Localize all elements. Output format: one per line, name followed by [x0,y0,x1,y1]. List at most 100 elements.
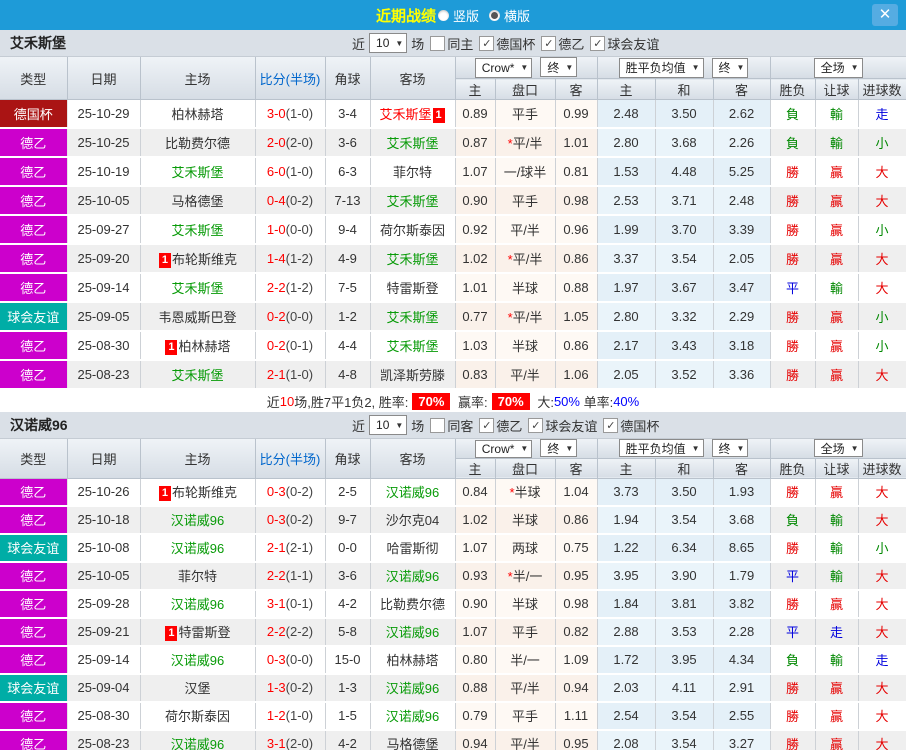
euro-away-odds: 2.28 [713,617,771,647]
home-team: 艾禾斯堡 [140,215,256,245]
result-handicap: 贏 [815,186,859,216]
match-row: 德乙 25-09-14 艾禾斯堡 2-2(1-2) 7-5 特雷斯登 1.01 … [0,273,906,303]
radio-icon[interactable] [489,9,500,21]
same-venue-checkbox-1[interactable] [430,417,446,433]
match-count-select[interactable]: 10 ▼ [369,33,408,53]
mode-radio-vertical[interactable]: 竖版 [436,6,479,25]
result-wdl: 勝 [770,331,816,361]
asia-handicap: 半球 [495,589,556,619]
europe-avg-select[interactable]: 胜平负均值 ▼ [618,57,704,78]
euro-group-header: 胜平负均值 ▼ 终 ▼ [597,439,771,459]
result-handicap: 走 [815,617,859,647]
sub-header: 胜负 [770,458,816,479]
home-team: 汉诺威96 [140,729,256,750]
asia-handicap: 平手 [495,701,556,731]
mode-radio-horizontal[interactable]: 横版 [487,6,530,25]
score: 1-3(0-2) [255,673,326,703]
final-select[interactable]: 终 ▼ [711,57,749,78]
euro-away-odds: 3.82 [713,589,771,619]
result-handicap: 贏 [815,157,859,187]
same-venue-checkbox-0[interactable] [430,35,446,51]
result-wdl: 勝 [770,157,816,187]
result-goals: 走 [858,645,906,675]
rank-badge: 1 [165,340,178,355]
radio-icon[interactable] [437,9,449,21]
col-header: 主场 [140,439,256,479]
league-checkbox-1-2-label: 德国杯 [620,418,660,434]
league-checkbox-1-2[interactable]: ✓ [603,417,619,433]
result-wdl: 平 [770,561,816,591]
asia-away-odds: 0.95 [555,561,598,591]
home-team: 汉堡 [140,673,256,703]
col-header[interactable]: 比分(半场) [255,57,326,100]
corners: 5-8 [325,617,371,647]
corners: 3-6 [325,128,371,158]
euro-home-odds: 2.80 [597,128,656,158]
asia-away-odds: 0.98 [555,186,598,216]
euro-draw-odds: 3.52 [655,360,714,390]
euro-draw-odds: 3.95 [655,645,714,675]
score: 2-2(2-2) [255,617,326,647]
away-team: 汉诺威96 [370,701,456,731]
asia-handicap: *半球 [495,478,556,507]
league-checkbox-0-2[interactable]: ✓ [590,35,606,51]
score: 0-3(0-0) [255,645,326,675]
europe-avg-select[interactable]: 胜平负均值 ▼ [618,439,704,458]
asia-handicap: *平/半 [495,128,556,158]
asia-away-odds: 1.05 [555,302,598,332]
euro-draw-odds: 4.48 [655,157,714,187]
score: 0-4(0-2) [255,186,326,216]
final-select[interactable]: 终 ▼ [540,57,578,78]
league-checkbox-0-0[interactable]: ✓ [479,35,495,51]
score: 1-2(1-0) [255,701,326,731]
col-header[interactable]: 比分(半场) [255,439,326,479]
corners: 4-2 [325,729,371,750]
match-type: 德乙 [0,561,68,591]
asia-away-odds: 0.95 [555,729,598,750]
match-count-select[interactable]: 10 ▼ [369,415,408,435]
asia-away-odds: 0.86 [555,505,598,535]
result-goals: 大 [858,157,906,187]
scope-select[interactable]: 全场 ▼ [813,439,863,458]
win-rate-badge: 70% [412,392,451,410]
result-goals: 大 [858,701,906,731]
league-checkbox-0-1[interactable]: ✓ [541,35,557,51]
asia-handicap: 两球 [495,533,556,563]
euro-draw-odds: 3.54 [655,244,714,274]
score: 2-1(1-0) [255,360,326,390]
match-type: 德国杯 [0,99,68,129]
bookmaker-select[interactable]: Crow* ▼ [474,439,533,458]
filters: 近 10 ▼ 场 同客 ✓ 德乙 ✓ 球会友谊 ✓ 德国杯 [352,412,659,438]
result-goals: 大 [858,617,906,647]
league-checkbox-1-1[interactable]: ✓ [528,417,544,433]
league-checkbox-1-0[interactable]: ✓ [479,417,495,433]
home-team: 1 柏林赫塔 [140,331,256,361]
col-header: 客场 [370,439,456,479]
final-select[interactable]: 终 ▼ [711,439,749,458]
away-team: 柏林赫塔 [370,645,456,675]
corners: 2-5 [325,478,371,507]
asia-handicap: 平手 [495,617,556,647]
final-select[interactable]: 终 ▼ [540,439,578,457]
result-wdl: 勝 [770,244,816,274]
close-icon[interactable]: ✕ [872,4,898,26]
result-handicap: 輸 [815,128,859,158]
asia-home-odds: 0.84 [455,478,496,507]
bookmaker-select[interactable]: Crow* ▼ [474,57,533,78]
result-handicap: 輸 [815,99,859,129]
home-team: 韦恩威斯巴登 [140,302,256,332]
col-header: 角球 [325,57,371,100]
rank-badge: 1 [432,108,445,123]
asia-home-odds: 1.07 [455,617,496,647]
away-team: 汉诺威96 [370,478,456,507]
result-wdl: 平 [770,273,816,303]
asia-home-odds: 1.03 [455,331,496,361]
corners: 15-0 [325,645,371,675]
away-team: 马格德堡 [370,729,456,750]
home-team: 1 特雷斯登 [140,617,256,647]
scope-select[interactable]: 全场 ▼ [813,57,863,78]
match-row: 德乙 25-10-25 比勒费尔德 2-0(2-0) 3-6 艾禾斯堡 0.87… [0,128,906,158]
home-team: 艾禾斯堡 [140,360,256,390]
away-team: 艾禾斯堡 [370,244,456,274]
away-team: 汉诺威96 [370,673,456,703]
